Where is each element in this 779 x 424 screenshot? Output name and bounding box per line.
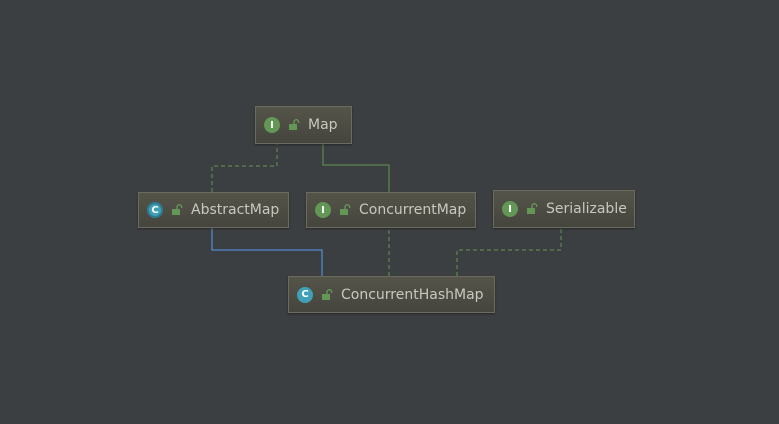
edge-abstractmap-to-map (211, 135, 282, 192)
unlocked-icon (322, 288, 333, 300)
node-map[interactable]: I Map (255, 106, 352, 144)
abstract-class-icon: C (147, 202, 163, 218)
node-label: Serializable (546, 201, 627, 217)
node-label: ConcurrentHashMap (341, 286, 484, 303)
node-concurrenthashmap[interactable]: C ConcurrentHashMap (288, 276, 495, 313)
node-label: AbstractMap (191, 202, 280, 218)
node-label: ConcurrentMap (359, 202, 467, 218)
unlocked-icon (340, 204, 351, 215)
interface-icon: I (502, 201, 518, 217)
edge-concurrentmap-to-map (318, 135, 390, 192)
unlocked-icon (289, 119, 300, 130)
node-label: Map (308, 117, 338, 133)
node-concurrentmap[interactable]: I ConcurrentMap (306, 192, 476, 228)
class-icon: C (297, 286, 313, 303)
edge-concurrenthashmap-to-abstractmap (207, 219, 323, 276)
interface-icon: I (315, 202, 331, 218)
interface-icon: I (264, 117, 280, 133)
node-abstractmap[interactable]: C AbstractMap (138, 192, 289, 228)
edge-concurrenthashmap-to-serializable (456, 219, 566, 276)
unlocked-icon (172, 204, 183, 215)
node-serializable[interactable]: I Serializable (493, 190, 635, 228)
uml-diagram-canvas: I Map C AbstractMap I ConcurrentMap I Se… (0, 0, 779, 424)
unlocked-icon (527, 203, 538, 214)
